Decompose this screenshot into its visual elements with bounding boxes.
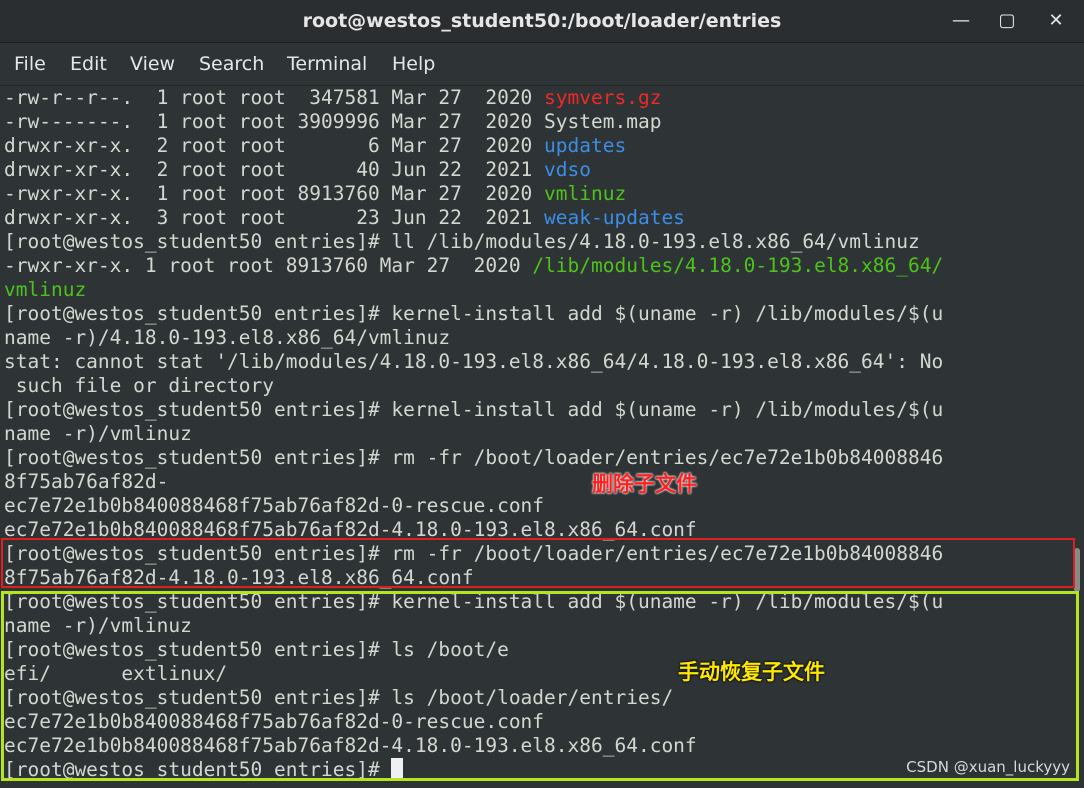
close-button[interactable]: ✕ [1043,8,1069,34]
terminal-line: stat: cannot stat '/lib/modules/4.18.0-1… [4,350,944,373]
file-directory: weak-updates [544,206,685,229]
annotation-restore: 手动恢复子文件 [678,660,825,684]
watermark: CSDN @xuan_luckyyy [906,758,1070,776]
terminal-line: ec7e72e1b0b840088468f75ab76af82d-0-rescu… [4,494,545,517]
terminal-window: root@westos_student50:/boot/loader/entri… [0,0,1084,788]
terminal-line: such file or directory [4,374,275,397]
menu-view[interactable]: View [128,43,177,85]
terminal-line: -rwxr-xr-x. 1 root root 8913760 Mar 27 2… [4,254,944,277]
terminal-line: [root@westos_student50 entries]# ll /lib… [4,230,920,253]
menu-file[interactable]: File [12,43,48,85]
terminal-line: name -r)/vmlinuz [4,422,192,445]
file-directory: vdso [544,158,592,181]
terminal-line: -rw-r--r--. 1 root root 347581 Mar 27 20… [4,86,662,109]
terminal-line: [root@westos_student50 entries]# kernel-… [4,302,944,325]
file-executable: /lib/modules/4.18.0-193.el8.x86_64/ [532,254,944,277]
terminal-line: -rwxr-xr-x. 1 root root 8913760 Mar 27 2… [4,182,627,205]
minimize-button[interactable]: — [948,8,974,34]
terminal-line: drwxr-xr-x. 2 root root 40 Jun 22 2021 v… [4,158,592,181]
file-executable: vmlinuz [4,278,87,301]
window-title: root@westos_student50:/boot/loader/entri… [302,10,782,32]
menu-search[interactable]: Search [197,43,266,85]
terminal-line: drwxr-xr-x. 2 root root 6 Mar 27 2020 up… [4,134,627,157]
terminal-line: [root@westos_student50 entries]# rm -fr … [4,446,944,469]
file-archive: symvers.gz [544,86,662,109]
highlight-box-red [1,538,1075,588]
menu-edit[interactable]: Edit [68,43,109,85]
title-bar[interactable]: root@westos_student50:/boot/loader/entri… [0,0,1084,43]
highlight-box-green [1,591,1079,781]
file-executable: vmlinuz [544,182,627,205]
menu-terminal[interactable]: Terminal [285,43,369,85]
annotation-delete: 删除子文件 [592,472,697,496]
terminal-line: drwxr-xr-x. 3 root root 23 Jun 22 2021 w… [4,206,685,229]
terminal-line: vmlinuz [4,278,86,302]
terminal-line: name -r)/4.18.0-193.el8.x86_64/vmlinuz [4,326,451,349]
menu-help[interactable]: Help [390,43,437,85]
terminal-line: -rw-------. 1 root root 3909996 Mar 27 2… [4,110,662,133]
terminal-line: [root@westos_student50 entries]# kernel-… [4,398,944,421]
menu-bar: File Edit View Search Terminal Help [0,43,1084,86]
file-directory: updates [544,134,627,157]
maximize-button[interactable]: ▢ [994,8,1020,34]
terminal-line: 8f75ab76af82d- [4,470,169,493]
